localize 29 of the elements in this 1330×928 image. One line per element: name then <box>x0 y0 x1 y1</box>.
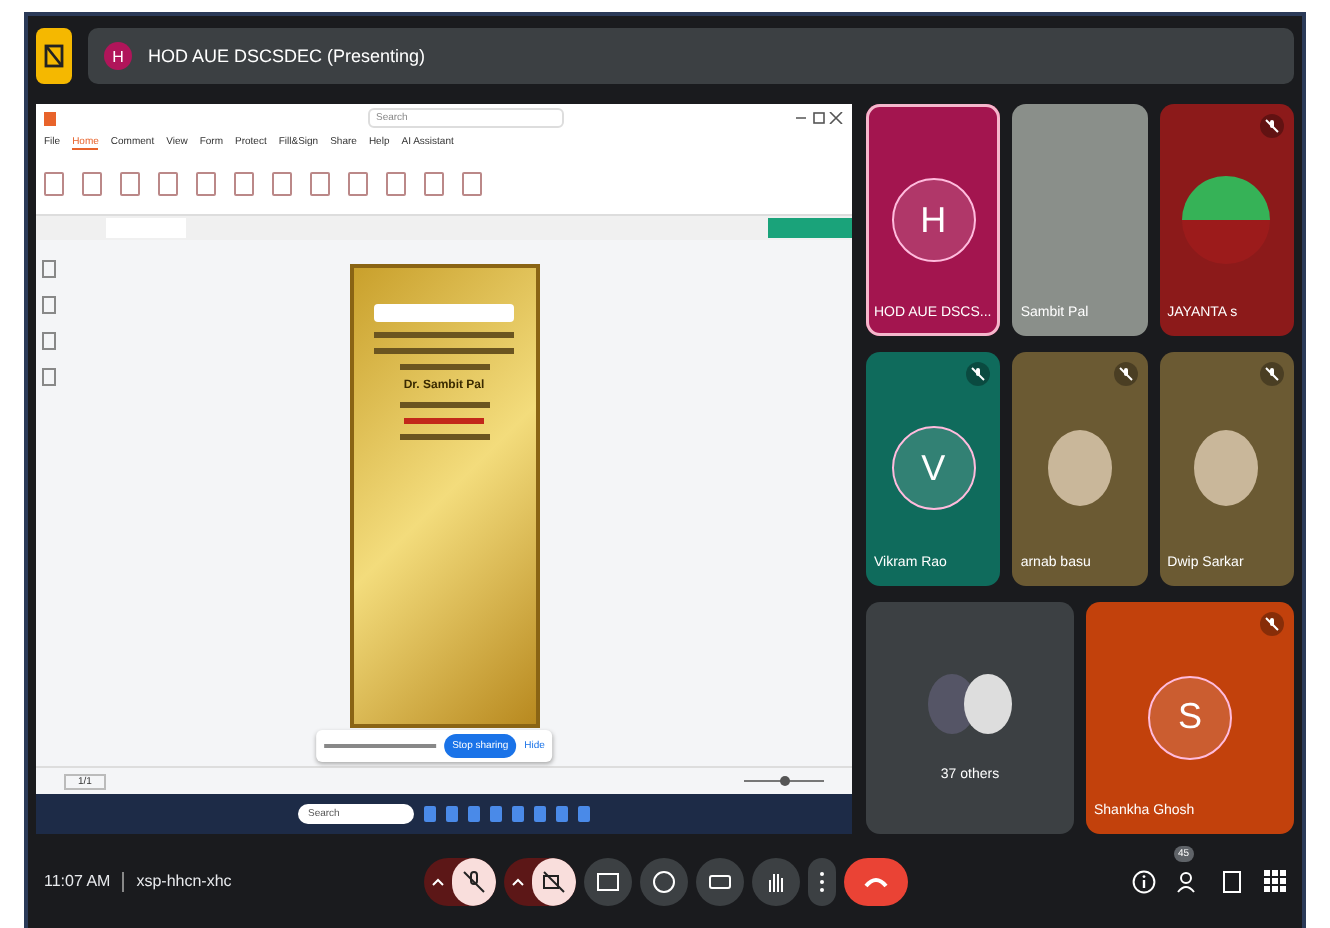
window-controls-icon[interactable] <box>796 112 844 124</box>
captions-button[interactable] <box>695 857 743 905</box>
avatar-icon: V <box>891 426 976 511</box>
photo-placeholder <box>1194 430 1259 507</box>
app-icon <box>44 111 56 125</box>
mic-off-icon <box>461 869 485 893</box>
present-button[interactable] <box>583 857 631 905</box>
hand-button[interactable] <box>751 857 799 905</box>
banner-ad <box>768 218 852 238</box>
zoom-slider-thumb[interactable] <box>780 776 790 786</box>
reactions-button[interactable] <box>639 857 687 905</box>
avatar-icon: H <box>891 178 976 263</box>
photo-placeholder <box>1047 430 1112 507</box>
mic-toggle-button[interactable] <box>423 857 495 905</box>
info-icon[interactable] <box>1132 869 1156 893</box>
meeting-time: 11:07 AM <box>44 872 111 890</box>
apps-grid-icon[interactable] <box>1264 870 1286 892</box>
camera-off-icon <box>541 869 565 893</box>
avatar-icon: S <box>1147 675 1232 760</box>
caret-icon <box>431 877 443 885</box>
camera-toggle-button[interactable] <box>503 857 575 905</box>
avatar-group-icon <box>927 673 1012 734</box>
phone-hangup-icon <box>863 875 887 887</box>
meeting-code: xsp-hhcn-xhc <box>136 872 232 890</box>
presenter-title: HOD AUE DSCSDEC (Presenting) <box>148 46 426 66</box>
caret-icon <box>511 877 523 885</box>
avatar-icon: H <box>104 42 132 70</box>
more-options-button[interactable] <box>807 857 835 905</box>
leave-call-button[interactable] <box>843 857 907 905</box>
